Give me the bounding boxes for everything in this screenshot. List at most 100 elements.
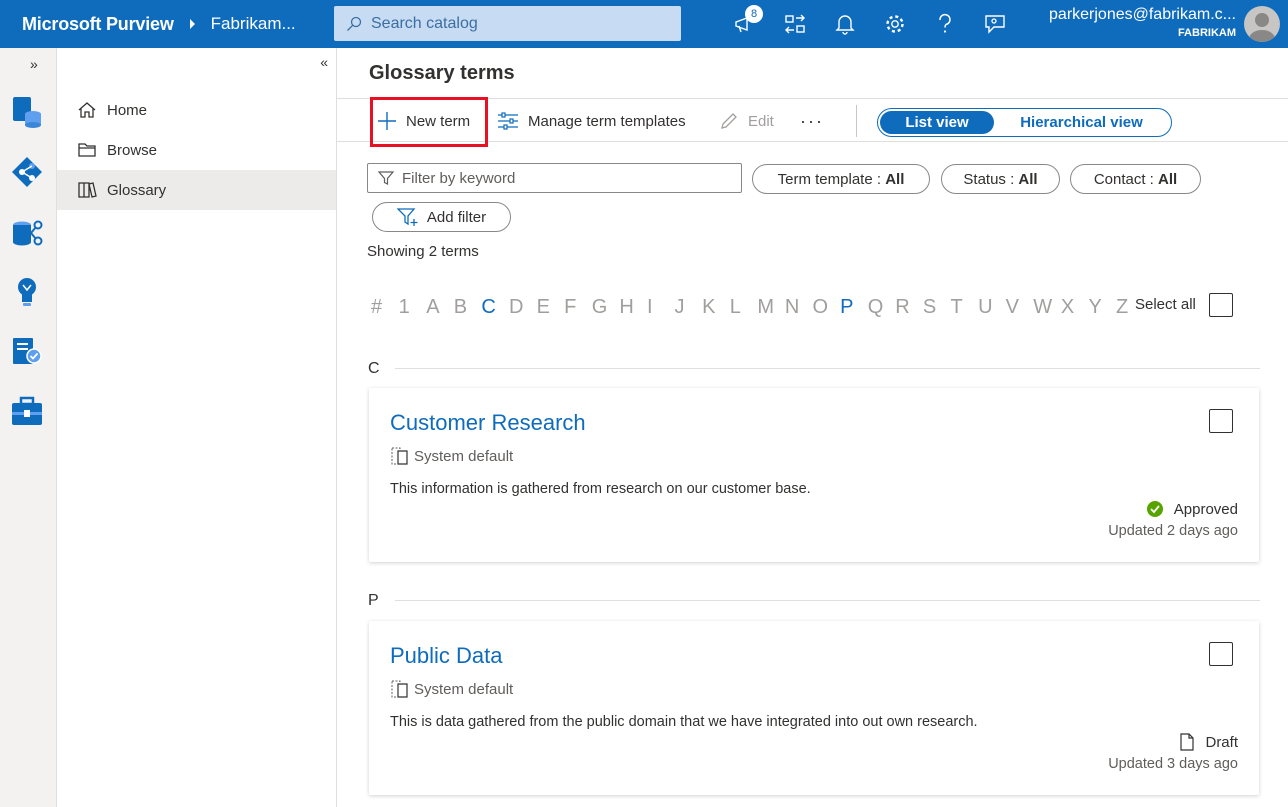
sliders-icon bbox=[498, 112, 518, 130]
filter-placeholder: Filter by keyword bbox=[402, 169, 516, 187]
directory-switch-icon bbox=[785, 14, 805, 34]
alphabet-letter[interactable]: P bbox=[840, 296, 868, 319]
expand-rail-icon[interactable]: » bbox=[30, 56, 38, 72]
alphabet-letter[interactable]: T bbox=[950, 296, 978, 319]
nav-item-browse[interactable]: Browse bbox=[57, 130, 336, 170]
page-title: Glossary terms bbox=[369, 62, 515, 84]
manage-term-templates-button[interactable]: Manage term templates bbox=[497, 99, 686, 143]
alphabet-letter[interactable]: U bbox=[978, 296, 1006, 319]
app-title[interactable]: Microsoft Purview bbox=[22, 14, 174, 35]
collapse-nav-icon[interactable]: « bbox=[320, 54, 328, 70]
home-icon bbox=[78, 102, 96, 118]
alphabet-letter[interactable]: I bbox=[647, 296, 675, 319]
contact-filter[interactable]: Contact : All bbox=[1070, 164, 1201, 194]
alphabet-letter[interactable]: K bbox=[702, 296, 730, 319]
alphabet-letter[interactable]: L bbox=[730, 296, 758, 319]
help-button[interactable] bbox=[920, 0, 970, 48]
alphabet-letter[interactable]: X bbox=[1061, 296, 1089, 319]
term-checkbox[interactable] bbox=[1209, 409, 1233, 433]
top-bar: Microsoft Purview Fabrikam... Search cat… bbox=[0, 0, 1288, 48]
rail-data-estate-insights[interactable] bbox=[10, 275, 44, 309]
rail-data-catalog[interactable] bbox=[10, 155, 44, 189]
alphabet-letter[interactable]: J bbox=[675, 296, 703, 319]
add-filter-button[interactable]: Add filter bbox=[372, 202, 511, 232]
question-icon bbox=[939, 13, 951, 33]
alphabet-letter[interactable]: A bbox=[426, 296, 454, 319]
term-title-link[interactable]: Public Data bbox=[390, 643, 503, 669]
updated-time: Updated 3 days ago bbox=[1108, 756, 1238, 772]
add-filter-label: Add filter bbox=[426, 208, 487, 226]
alphabet-letter[interactable]: Y bbox=[1088, 296, 1116, 319]
term-card: Customer Research System default This in… bbox=[369, 388, 1259, 562]
nav-pane: « Home Browse Glossary bbox=[57, 48, 337, 807]
alphabet-letter[interactable]: W bbox=[1033, 296, 1061, 319]
lightbulb-icon bbox=[18, 278, 36, 306]
more-options-button[interactable]: ··· bbox=[800, 99, 824, 143]
status-label: Approved bbox=[1173, 500, 1238, 518]
document-icon bbox=[1180, 733, 1195, 751]
pill-value: All bbox=[1158, 170, 1178, 188]
term-checkbox[interactable] bbox=[1209, 642, 1233, 666]
term-template-filter[interactable]: Term template : All bbox=[752, 164, 930, 194]
pencil-icon bbox=[721, 113, 737, 129]
rail-data-map[interactable] bbox=[10, 95, 44, 129]
alphabet-letter[interactable]: S bbox=[923, 296, 951, 319]
term-template: System default bbox=[390, 679, 513, 699]
term-title-link[interactable]: Customer Research bbox=[390, 410, 586, 436]
switch-directory-button[interactable] bbox=[770, 0, 820, 48]
alphabet-letter[interactable]: 1 bbox=[399, 296, 427, 319]
add-filter-icon bbox=[396, 208, 418, 226]
hierarchical-view-button[interactable]: Hierarchical view bbox=[994, 111, 1169, 134]
account-menu[interactable]: parkerjones@fabrikam.c... FABRIKAM bbox=[1049, 6, 1236, 39]
alphabet-letter[interactable]: B bbox=[454, 296, 482, 319]
alphabet-letter[interactable]: R bbox=[895, 296, 923, 319]
nav-item-label: Glossary bbox=[107, 181, 167, 199]
alphabet-letter[interactable]: V bbox=[1006, 296, 1034, 319]
nav-item-glossary[interactable]: Glossary bbox=[57, 170, 336, 210]
alphabet-letter[interactable]: H bbox=[619, 296, 647, 319]
feedback-button[interactable] bbox=[970, 0, 1020, 48]
select-all-checkbox[interactable] bbox=[1209, 293, 1233, 317]
template-label: System default bbox=[414, 680, 514, 698]
avatar[interactable] bbox=[1244, 6, 1280, 42]
search-input[interactable]: Search catalog bbox=[334, 6, 681, 41]
alphabet-letter[interactable]: M bbox=[757, 296, 785, 319]
catalog-icon bbox=[12, 157, 42, 187]
settings-button[interactable] bbox=[870, 0, 920, 48]
bell-icon bbox=[835, 15, 855, 35]
nav-item-home[interactable]: Home bbox=[57, 90, 336, 130]
status-filter[interactable]: Status : All bbox=[941, 164, 1060, 194]
rail-management[interactable] bbox=[10, 395, 44, 429]
alphabet-letter[interactable]: # bbox=[371, 296, 399, 319]
updated-time: Updated 2 days ago bbox=[1108, 523, 1238, 539]
policy-icon bbox=[13, 338, 42, 364]
alerts-button[interactable] bbox=[820, 0, 870, 48]
divider bbox=[856, 105, 857, 137]
alphabet-letter[interactable]: C bbox=[481, 296, 509, 319]
select-all-label: Select all bbox=[1135, 296, 1196, 313]
rail-data-sharing[interactable] bbox=[10, 215, 44, 249]
pill-value: All bbox=[885, 170, 905, 188]
alphabet-letter[interactable]: D bbox=[509, 296, 537, 319]
section-divider bbox=[395, 600, 1260, 601]
term-description: This information is gathered from resear… bbox=[390, 481, 811, 497]
person-icon bbox=[1249, 13, 1275, 42]
rail-data-policy[interactable] bbox=[10, 335, 44, 369]
alphabet-letter[interactable]: G bbox=[592, 296, 620, 319]
template-icon bbox=[391, 447, 408, 465]
tenant-name[interactable]: Fabrikam... bbox=[211, 14, 296, 34]
notifications-button[interactable]: 8 bbox=[720, 0, 770, 48]
toolbox-icon bbox=[12, 396, 42, 425]
edit-button[interactable]: Edit bbox=[719, 99, 774, 143]
nav-item-label: Browse bbox=[107, 141, 158, 159]
keyword-filter-input[interactable]: Filter by keyword bbox=[367, 163, 742, 193]
alphabet-letter[interactable]: E bbox=[537, 296, 565, 319]
alphabet-letter[interactable]: O bbox=[813, 296, 841, 319]
alphabet-letter[interactable]: Q bbox=[868, 296, 896, 319]
section-divider bbox=[395, 368, 1260, 369]
alphabet-letter[interactable]: N bbox=[785, 296, 813, 319]
list-view-button[interactable]: List view bbox=[880, 111, 994, 134]
notification-badge: 8 bbox=[745, 5, 763, 23]
highlight-box bbox=[370, 97, 488, 147]
alphabet-letter[interactable]: F bbox=[564, 296, 592, 319]
